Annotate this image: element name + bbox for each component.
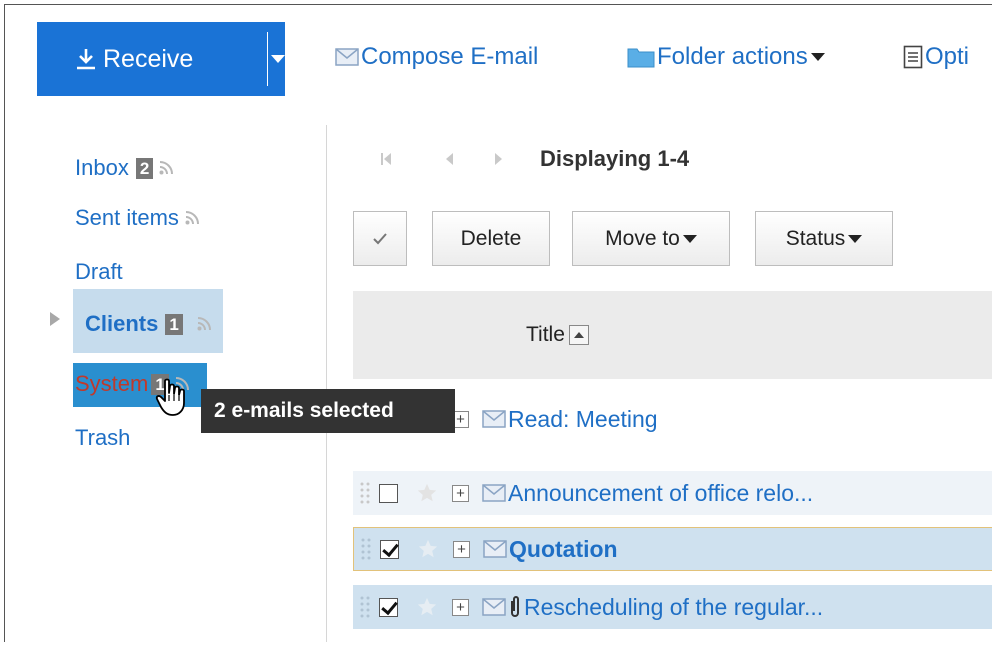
paperclip-icon bbox=[511, 596, 519, 617]
receive-button[interactable]: Receive bbox=[37, 22, 285, 96]
download-icon bbox=[77, 49, 95, 70]
row-checkbox[interactable] bbox=[379, 483, 398, 503]
chevron-down-icon bbox=[848, 234, 863, 243]
delete-button[interactable]: Delete bbox=[432, 211, 550, 266]
envelope-icon bbox=[483, 540, 507, 558]
receive-main[interactable]: Receive bbox=[37, 22, 267, 96]
options-label: Opti bbox=[925, 43, 970, 70]
pager-label: Displaying 1-4 bbox=[540, 146, 690, 171]
chevron-down-icon bbox=[271, 55, 285, 63]
title-column-header[interactable]: Title bbox=[526, 323, 589, 347]
sidebar-item-draft[interactable]: Draft bbox=[75, 259, 123, 285]
star-icon[interactable] bbox=[416, 482, 438, 504]
folder-actions-label: Folder actions bbox=[657, 43, 808, 70]
sidebar-item-sent-items[interactable]: Sent items bbox=[75, 205, 199, 231]
envelope-icon bbox=[482, 484, 506, 502]
sidebar-item-label: Clients bbox=[85, 311, 159, 336]
folder-actions-menu[interactable]: Folder actions bbox=[627, 43, 825, 71]
star-icon[interactable] bbox=[416, 596, 438, 618]
drag-handle-icon[interactable] bbox=[360, 536, 372, 562]
sidebar-item-label: Inbox bbox=[75, 155, 129, 180]
drag-tooltip: 2 e-mails selected bbox=[201, 389, 455, 433]
delete-label: Delete bbox=[460, 226, 522, 250]
expand-plus-icon[interactable]: + bbox=[452, 598, 469, 616]
rss-icon bbox=[185, 211, 199, 225]
folder-icon bbox=[627, 48, 655, 68]
move-to-button[interactable]: Move to bbox=[572, 211, 730, 266]
email-subject-link[interactable]: Read: Meeting bbox=[508, 406, 658, 433]
sidebar-item-label: System bbox=[75, 371, 149, 396]
previous-page-icon[interactable] bbox=[444, 151, 454, 167]
table-row[interactable]: + Quotation bbox=[353, 527, 992, 571]
compose-email-link[interactable]: Compose E-mail bbox=[335, 43, 538, 71]
drag-handle-icon[interactable] bbox=[359, 480, 371, 506]
sidebar-item-inbox[interactable]: Inbox 2 bbox=[75, 155, 174, 181]
pager: Displaying 1-4 bbox=[380, 146, 689, 172]
rss-icon bbox=[197, 317, 211, 331]
star-icon[interactable] bbox=[417, 538, 439, 560]
status-button[interactable]: Status bbox=[755, 211, 893, 266]
sidebar-item-label: Draft bbox=[75, 259, 123, 284]
mail-window: Receive Compose E-mail Folder actions Op… bbox=[4, 4, 992, 642]
sort-ascending-icon[interactable] bbox=[568, 325, 589, 345]
row-checkbox[interactable] bbox=[380, 539, 399, 559]
chevron-down-icon bbox=[810, 53, 825, 61]
envelope-icon bbox=[335, 48, 359, 66]
table-row[interactable]: + Rescheduling of the regular... bbox=[353, 585, 992, 629]
expand-plus-icon[interactable]: + bbox=[453, 540, 470, 558]
sidebar-item-label: Sent items bbox=[75, 205, 179, 230]
next-page-icon[interactable] bbox=[494, 151, 504, 167]
hand-cursor-icon bbox=[155, 378, 185, 416]
email-subject-link[interactable]: Announcement of office relo... bbox=[508, 480, 813, 507]
expand-triangle-icon[interactable] bbox=[49, 311, 61, 327]
list-header bbox=[353, 291, 992, 379]
email-subject-link[interactable]: Quotation bbox=[509, 536, 618, 563]
sidebar-item-clients[interactable]: Clients 1 bbox=[85, 311, 211, 337]
drag-handle-icon[interactable] bbox=[359, 594, 371, 620]
email-subject-link[interactable]: Rescheduling of the regular... bbox=[524, 594, 823, 621]
rss-icon bbox=[159, 161, 174, 175]
sidebar-item-label: Trash bbox=[75, 425, 131, 450]
table-row[interactable]: + Announcement of office relo... bbox=[353, 471, 992, 515]
chevron-down-icon bbox=[682, 234, 697, 243]
title-column-label: Title bbox=[526, 323, 565, 346]
checkmark-icon bbox=[373, 232, 387, 244]
envelope-icon bbox=[482, 598, 506, 616]
receive-dropdown[interactable] bbox=[268, 22, 285, 96]
unread-badge: 1 bbox=[165, 313, 183, 335]
expand-plus-icon[interactable]: + bbox=[452, 484, 469, 502]
drag-tooltip-label: 2 e-mails selected bbox=[214, 399, 394, 422]
envelope-icon bbox=[482, 410, 506, 428]
unread-badge: 2 bbox=[135, 157, 154, 179]
receive-label: Receive bbox=[103, 44, 194, 73]
compose-email-label: Compose E-mail bbox=[361, 43, 539, 70]
move-to-label: Move to bbox=[605, 226, 680, 250]
document-icon bbox=[903, 45, 923, 69]
sidebar-item-trash[interactable]: Trash bbox=[75, 425, 130, 451]
options-menu[interactable]: Opti bbox=[903, 43, 969, 71]
row-checkbox[interactable] bbox=[379, 597, 398, 617]
first-page-icon[interactable] bbox=[380, 151, 392, 167]
status-label: Status bbox=[785, 226, 846, 250]
select-all-checkbox-button[interactable] bbox=[353, 211, 407, 266]
